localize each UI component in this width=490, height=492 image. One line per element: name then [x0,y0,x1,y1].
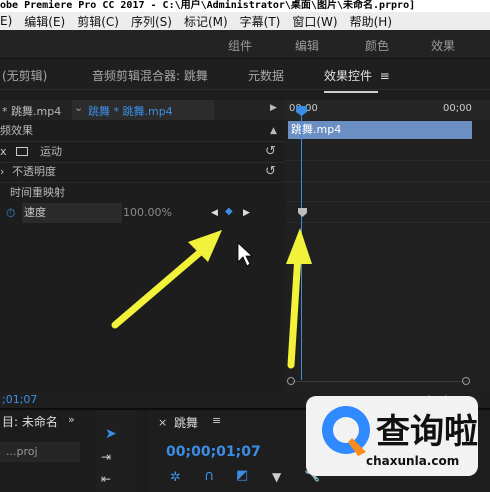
annotation-arrow-left [111,244,209,329]
annotation-overlay [111,228,312,369]
mouse-cursor-icon [237,242,254,267]
annotation-arrow-right [287,251,302,369]
annotation-arrowhead-right [286,228,312,264]
